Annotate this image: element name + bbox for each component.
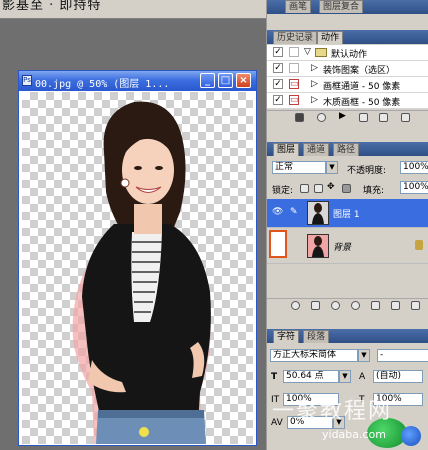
actions-panel-tabbar: 历史记录 动作: [267, 30, 428, 44]
action-item[interactable]: ✓ ▭ ▷ 画框通道 - 50 像素: [267, 77, 428, 93]
tab-paragraph[interactable]: 段落: [303, 330, 330, 343]
character-panel-tabbar: 字符 段落: [267, 329, 428, 343]
background-window-title: 影基至 · 即持特: [2, 0, 102, 13]
folder-icon: [315, 48, 327, 57]
adjustment-layer-icon[interactable]: [351, 301, 360, 310]
tab-layers[interactable]: 图层: [273, 143, 300, 156]
font-family-select[interactable]: 方正大标宋简体: [270, 349, 358, 362]
trash-icon[interactable]: [401, 113, 410, 122]
document-title-bar[interactable]: Ps 00.jpg @ 50% (图层 1... _ □ ×: [19, 71, 256, 91]
watermark-url: yidaba.com: [322, 428, 387, 441]
action-item-label: 木质画框 - 50 像素: [323, 98, 401, 108]
blend-mode-dropdown-arrow[interactable]: ▼: [326, 161, 338, 174]
link-layers-icon[interactable]: [291, 301, 300, 310]
brush-panel-tabbar: 画笔 图层复合: [267, 0, 428, 14]
new-set-icon[interactable]: [359, 113, 368, 122]
action-dialog-toggle[interactable]: [289, 47, 299, 57]
action-dialog-toggle[interactable]: ▭: [289, 79, 299, 89]
panels-column: 画笔 图层复合 历史记录 动作 ✓ ▽ 默认动作 ✓ ▷ 装饰图案（选区） ✓ …: [266, 0, 428, 450]
leading-input[interactable]: (自动): [373, 370, 423, 383]
maximize-button[interactable]: □: [218, 73, 233, 88]
tab-history[interactable]: 历史记录: [273, 31, 318, 44]
layers-toolbar: [267, 298, 428, 312]
action-item[interactable]: ✓ ▷ 装饰图案（选区）: [267, 61, 428, 77]
layer-row[interactable]: 背景: [267, 228, 428, 264]
close-button[interactable]: ×: [236, 73, 251, 88]
tab-character[interactable]: 字符: [273, 330, 300, 343]
background-window-strip: 影基至 · 即持特: [0, 0, 268, 19]
action-item-label: 画框通道 - 50 像素: [323, 82, 401, 92]
lock-label: 锁定:: [272, 186, 294, 196]
opacity-label: 不透明度:: [347, 166, 387, 176]
lock-all-icon[interactable]: [342, 184, 351, 193]
cutout-photo-image: [72, 101, 211, 444]
layer-row-selected[interactable]: 👁 ✎ 图层 1: [267, 199, 428, 228]
lock-position-icon[interactable]: ✥: [327, 182, 335, 192]
document-title: 00.jpg @ 50% (图层 1...: [35, 79, 170, 90]
new-group-icon[interactable]: [371, 301, 380, 310]
visibility-toggle-highlighted[interactable]: [269, 230, 287, 258]
action-dialog-toggle[interactable]: ▭: [289, 95, 299, 105]
lock-transparent-icon[interactable]: [300, 184, 309, 193]
layer-thumbnail: [307, 234, 329, 258]
action-item-label: 装饰图案（选区）: [323, 66, 396, 76]
new-action-icon[interactable]: [379, 113, 388, 122]
lock-image-icon[interactable]: [314, 184, 323, 193]
document-window[interactable]: Ps 00.jpg @ 50% (图层 1... _ □ ×: [18, 70, 257, 446]
action-item[interactable]: ✓ ▭ ▷ 木质画框 - 50 像素: [267, 93, 428, 109]
tab-channels[interactable]: 通道: [303, 143, 330, 156]
tab-paths[interactable]: 路径: [333, 143, 360, 156]
expand-triangle-icon[interactable]: ▽: [304, 47, 311, 57]
font-size-icon: T: [271, 372, 278, 382]
action-toggle-checkbox[interactable]: ✓: [273, 95, 283, 105]
action-toggle-checkbox[interactable]: ✓: [273, 79, 283, 89]
color-swatch-blue[interactable]: [401, 426, 421, 446]
action-set-row[interactable]: ✓ ▽ 默认动作: [267, 45, 428, 61]
watermark-text: 一聚教程网: [272, 399, 393, 424]
font-style-select[interactable]: -: [377, 349, 428, 362]
actions-toolbar: ▶: [267, 110, 428, 124]
font-size-input[interactable]: 50.64 点: [283, 370, 339, 383]
collapsed-triangle-icon[interactable]: ▷: [311, 63, 318, 73]
font-family-dropdown-arrow[interactable]: ▼: [358, 349, 370, 362]
brush-link-icon[interactable]: ✎: [290, 207, 298, 217]
leading-icon: A: [359, 372, 366, 382]
tab-actions[interactable]: 动作: [317, 31, 344, 44]
layers-panel-tabbar: 图层 通道 路径: [267, 142, 428, 156]
stop-icon[interactable]: [295, 113, 304, 122]
fill-label: 填充:: [363, 186, 385, 196]
layer-name[interactable]: 图层 1: [333, 207, 360, 220]
play-icon[interactable]: ▶: [339, 111, 346, 121]
collapsed-triangle-icon[interactable]: ▷: [311, 95, 318, 105]
photoshop-document-icon: Ps: [22, 75, 32, 86]
blend-mode-select[interactable]: 正常: [272, 161, 326, 174]
layer-style-icon[interactable]: [311, 301, 320, 310]
action-toggle-checkbox[interactable]: ✓: [273, 63, 283, 73]
tab-layer-comps[interactable]: 图层复合: [319, 0, 364, 13]
trash-icon[interactable]: [411, 301, 420, 310]
fill-input[interactable]: 100%: [400, 181, 428, 194]
lock-icon: [415, 240, 423, 250]
layers-empty-area: [267, 264, 428, 298]
action-dialog-toggle[interactable]: [289, 63, 299, 73]
action-toggle-checkbox[interactable]: ✓: [273, 47, 283, 57]
document-canvas[interactable]: [22, 92, 253, 444]
layer-name[interactable]: 背景: [333, 240, 351, 253]
tab-brush[interactable]: 画笔: [285, 0, 312, 13]
action-set-name: 默认动作: [331, 50, 368, 60]
opacity-input[interactable]: 100%: [400, 161, 428, 174]
minimize-button[interactable]: _: [200, 73, 215, 88]
eye-visibility-icon[interactable]: 👁: [272, 207, 283, 217]
record-icon[interactable]: [317, 113, 326, 122]
add-mask-icon[interactable]: [331, 301, 340, 310]
font-size-dropdown-arrow[interactable]: ▼: [339, 370, 351, 383]
collapsed-triangle-icon[interactable]: ▷: [311, 79, 318, 89]
new-layer-icon[interactable]: [391, 301, 400, 310]
layer-thumbnail: [307, 201, 329, 225]
